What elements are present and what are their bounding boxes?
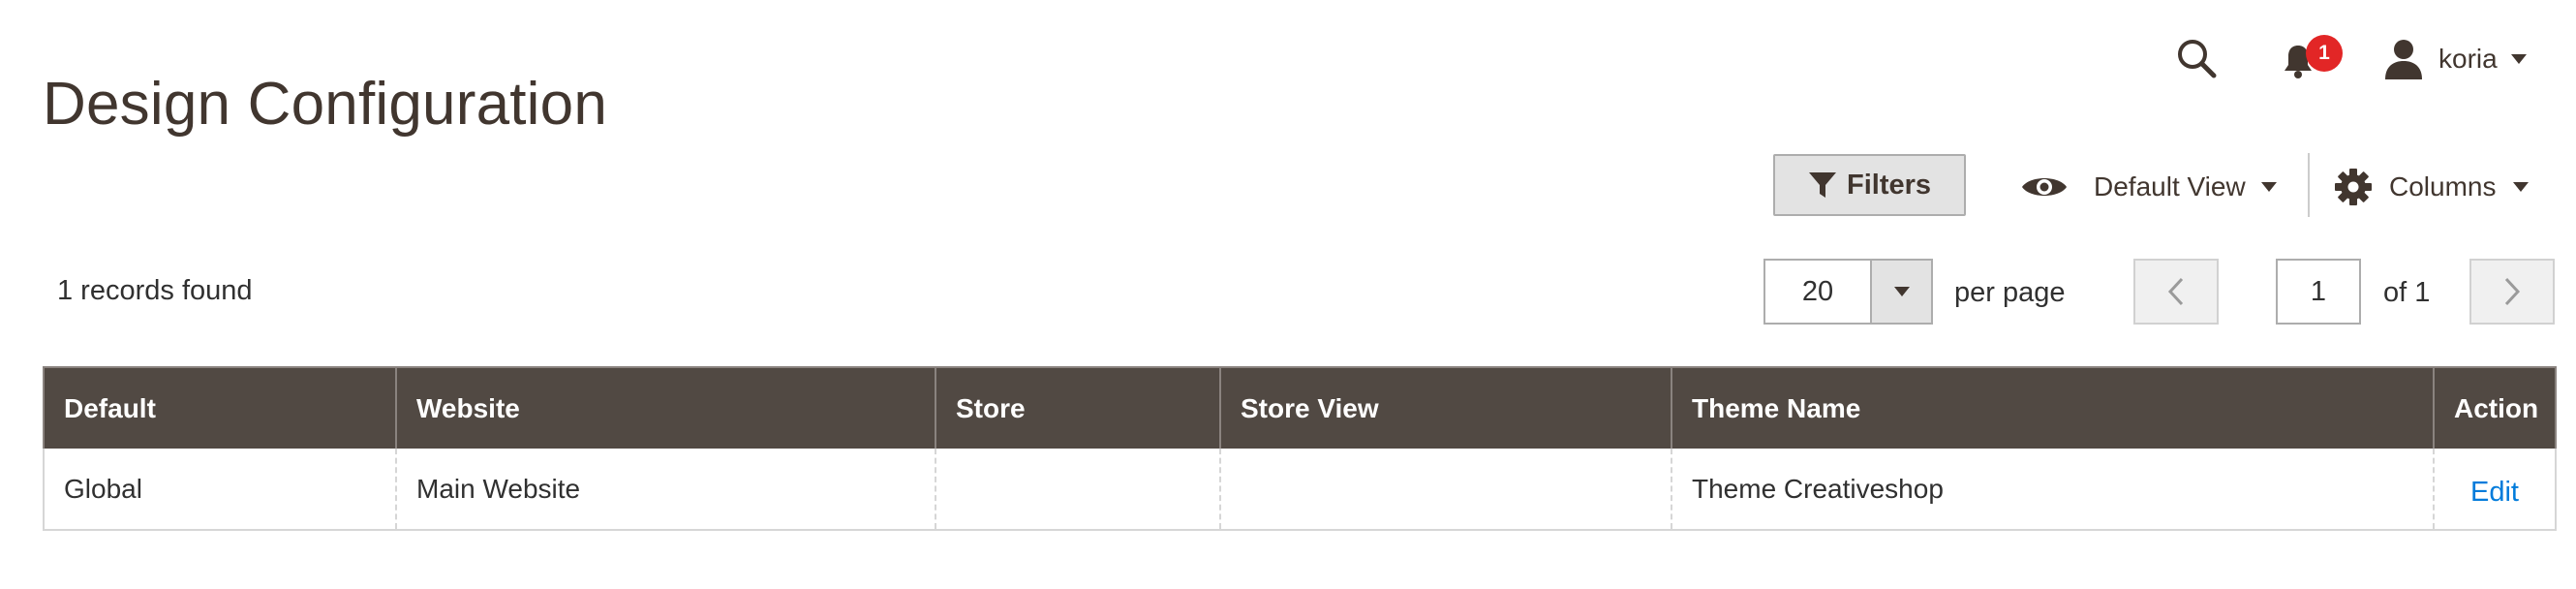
next-page-button[interactable] — [2469, 259, 2555, 325]
column-header-theme-name[interactable]: Theme Name — [1671, 366, 2435, 449]
chevron-down-icon — [2510, 54, 2527, 64]
chevron-down-icon — [1893, 287, 1910, 296]
cell-website: Main Website — [395, 449, 936, 531]
eye-icon — [2020, 172, 2069, 202]
column-header-store-view[interactable]: Store View — [1219, 366, 1672, 449]
user-icon — [2384, 39, 2423, 79]
filters-button[interactable]: Filters — [1773, 154, 1966, 216]
previous-page-button[interactable] — [2133, 259, 2219, 325]
table-header-row: Default Website Store Store View Theme N… — [43, 366, 2557, 449]
chevron-right-icon — [2504, 277, 2521, 306]
design-config-grid: Default Website Store Store View Theme N… — [43, 366, 2557, 531]
notification-badge[interactable]: 1 — [2306, 35, 2343, 72]
chevron-left-icon — [2167, 277, 2184, 306]
page-total: of 1 — [2383, 277, 2431, 308]
toolbar-divider — [2308, 153, 2310, 217]
gear-icon — [2335, 169, 2372, 205]
search-icon[interactable] — [2172, 34, 2221, 82]
columns-control[interactable]: Columns — [2335, 162, 2530, 212]
column-header-action: Action — [2433, 366, 2557, 449]
view-label: Default View — [2094, 171, 2246, 202]
edit-link[interactable]: Edit — [2470, 477, 2519, 508]
columns-label: Columns — [2389, 171, 2497, 202]
page-title: Design Configuration — [43, 70, 608, 138]
column-header-store[interactable]: Store — [935, 366, 1221, 449]
column-header-website[interactable]: Website — [395, 366, 936, 449]
page-number-input[interactable] — [2276, 259, 2361, 325]
records-found: 1 records found — [57, 275, 253, 306]
per-page-value[interactable]: 20 — [1763, 259, 1870, 325]
table-row: Global Main Website Theme Creativeshop E… — [43, 449, 2557, 531]
view-switcher[interactable]: Default View — [2020, 162, 2277, 212]
filters-label: Filters — [1846, 169, 1932, 201]
cell-default: Global — [43, 449, 397, 531]
per-page-label: per page — [1954, 277, 2066, 308]
cell-action: Edit — [2433, 449, 2557, 531]
user-menu[interactable]: koria — [2384, 35, 2527, 83]
per-page-toggle[interactable] — [1870, 259, 1933, 325]
cell-store-view — [1219, 449, 1672, 531]
filter-icon — [1808, 172, 1836, 198]
user-name: koria — [2438, 44, 2498, 74]
cell-store — [935, 449, 1221, 531]
chevron-down-icon — [2260, 182, 2277, 192]
cell-theme-name: Theme Creativeshop — [1671, 449, 2435, 531]
chevron-down-icon — [2513, 182, 2530, 192]
column-header-default[interactable]: Default — [43, 366, 397, 449]
